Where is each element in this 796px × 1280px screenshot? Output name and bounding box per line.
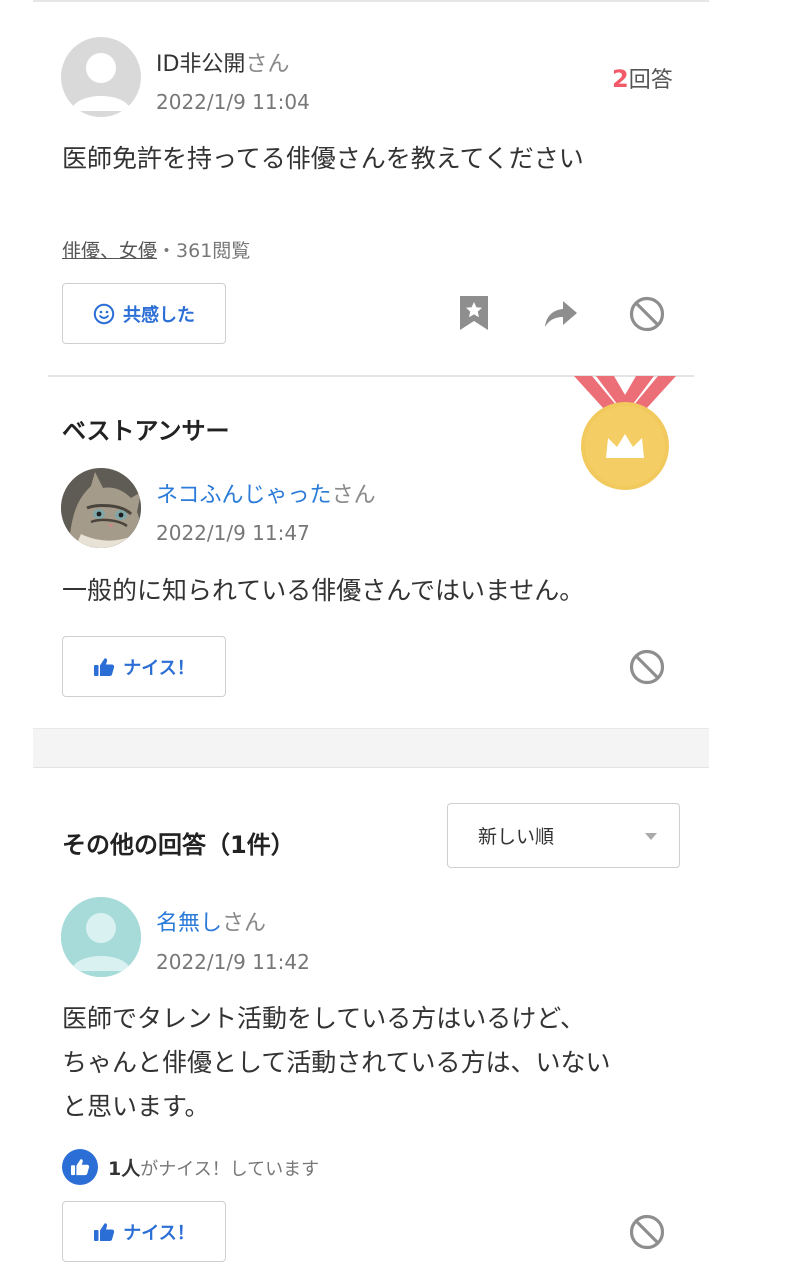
- best-answer-user-name[interactable]: ネコふんじゃった: [156, 483, 332, 508]
- cat-avatar-image: [61, 468, 141, 548]
- best-answer-nice-button[interactable]: ナイス！: [62, 636, 226, 697]
- best-answer-user: ネコふんじゃったさん: [156, 477, 376, 509]
- other-answer-user-suffix: さん: [222, 911, 267, 936]
- question-date: 2022/1/9 11:04: [156, 90, 310, 114]
- nice-count-suffix: がナイス！しています: [140, 1158, 320, 1180]
- other-answer-user: 名無しさん: [156, 905, 266, 937]
- smile-icon: [93, 303, 115, 324]
- thumbs-up-icon: [94, 657, 115, 676]
- question-meta: 俳優、女優・361閲覧: [62, 236, 250, 263]
- other-answer-report-button[interactable]: [627, 1212, 667, 1252]
- best-answer-heading: ベストアンサー: [62, 417, 230, 445]
- default-user-icon: [61, 897, 141, 977]
- best-answer-report-button[interactable]: [627, 647, 667, 687]
- chevron-down-icon: [645, 833, 657, 840]
- best-answer-user-suffix: さん: [331, 483, 376, 508]
- share-arrow-icon: [545, 301, 577, 327]
- question-user-name: ID非公開: [156, 52, 246, 77]
- section-separator-band: [33, 728, 709, 768]
- default-user-icon: [71, 53, 131, 111]
- thumbs-up-badge-icon: [62, 1149, 98, 1185]
- best-answer-medal-icon: [574, 376, 676, 490]
- nice-count-number: 1人: [108, 1157, 141, 1180]
- other-answer-text-line: と思います。: [62, 1092, 210, 1121]
- other-answer-text-line: ちゃんと俳優として活動されている方は、いない: [62, 1048, 611, 1077]
- block-icon: [629, 1214, 665, 1250]
- answers-count[interactable]: 2回答: [612, 62, 673, 94]
- block-icon: [629, 649, 665, 685]
- other-answer-user-name[interactable]: 名無し: [156, 911, 222, 936]
- nice-count-row: 1人がナイス！しています: [62, 1149, 319, 1185]
- top-divider: [33, 0, 709, 2]
- view-count: ・361閲覧: [157, 240, 251, 262]
- best-answer-avatar[interactable]: [61, 468, 141, 548]
- sort-order-select[interactable]: 新しい順: [447, 803, 680, 868]
- empathy-label: 共感した: [123, 304, 195, 326]
- question-text: 医師免許を持ってる俳優さんを教えてください: [62, 144, 584, 173]
- other-answer-avatar[interactable]: [61, 897, 141, 977]
- answers-count-number: 2: [612, 65, 629, 93]
- question-user: ID非公開さん: [156, 46, 289, 78]
- best-answer-text: 一般的に知られている俳優さんではいません。: [62, 576, 585, 605]
- question-user-suffix: さん: [245, 52, 290, 77]
- share-button[interactable]: [541, 294, 581, 334]
- other-answer-nice-label: ナイス！: [123, 1222, 195, 1244]
- bookmark-button[interactable]: [454, 293, 494, 333]
- question-avatar[interactable]: [61, 37, 141, 117]
- sort-order-value: 新しい順: [478, 826, 555, 848]
- empathy-button[interactable]: 共感した: [62, 283, 226, 344]
- category-tag-link[interactable]: 俳優、女優: [62, 240, 157, 262]
- best-answer-nice-label: ナイス！: [123, 657, 195, 679]
- other-answer-text-line: 医師でタレント活動をしている方はいるけど、: [62, 1004, 586, 1033]
- thumbs-up-icon: [94, 1222, 115, 1241]
- other-answer-text: 医師でタレント活動をしている方はいるけど、 ちゃんと俳優として活動されている方は…: [62, 997, 611, 1129]
- report-button[interactable]: [627, 294, 667, 334]
- best-answer-date: 2022/1/9 11:47: [156, 521, 310, 545]
- answers-count-label: 回答: [628, 68, 673, 93]
- other-answer-date: 2022/1/9 11:42: [156, 950, 310, 974]
- other-answer-nice-button[interactable]: ナイス！: [62, 1201, 226, 1262]
- bookmark-star-icon: [460, 296, 488, 330]
- block-icon: [629, 296, 665, 332]
- other-answers-heading: その他の回答（1件）: [62, 831, 295, 859]
